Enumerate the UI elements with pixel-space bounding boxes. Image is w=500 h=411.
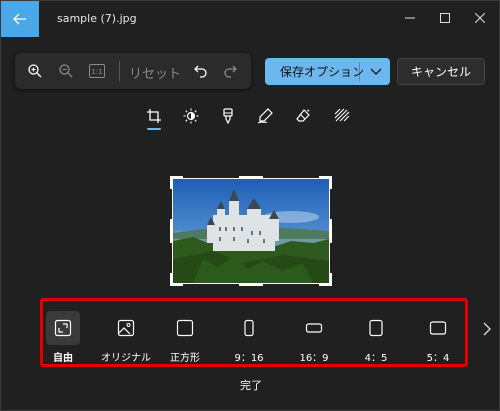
aspect-label: 16：9 [299, 353, 329, 364]
redo-icon [224, 65, 237, 78]
crop-handle-top-right[interactable] [319, 176, 332, 189]
zoom-out-button[interactable] [56, 61, 76, 81]
portrait-4-5-icon [359, 311, 393, 345]
reset-button[interactable]: リセット [129, 63, 181, 82]
arrow-left-icon [13, 13, 26, 25]
crop-handle-top[interactable] [239, 176, 263, 179]
redo-button[interactable] [220, 61, 240, 81]
aspect-4-5[interactable]: 4：5 [356, 311, 396, 364]
crop-icon [147, 109, 161, 123]
aspect-5-4[interactable]: 5：4 [418, 311, 458, 364]
tab-markup[interactable] [256, 107, 274, 125]
zoom-in-button[interactable] [25, 61, 45, 81]
tab-filter[interactable] [219, 107, 237, 125]
aspect-free[interactable]: 自由 [46, 311, 80, 364]
undo-button[interactable] [191, 61, 211, 81]
toolbar-divider [119, 61, 120, 81]
save-split-divider [359, 62, 360, 81]
close-icon [475, 13, 485, 23]
minimize-icon [405, 17, 415, 19]
image-icon [109, 311, 143, 345]
crop-handle-right[interactable] [329, 219, 332, 243]
done-button[interactable]: 完了 [226, 376, 276, 396]
background-icon [334, 108, 350, 122]
aspect-label: 正方形 [170, 353, 200, 364]
close-button[interactable] [470, 9, 490, 27]
maximize-button[interactable] [435, 9, 455, 27]
adjust-icon [183, 108, 199, 124]
square-icon [168, 311, 202, 345]
actual-size-button[interactable]: 1:1 [87, 61, 107, 81]
free-crop-icon [46, 311, 80, 345]
actual-size-icon: 1:1 [89, 64, 105, 78]
active-tab-indicator [147, 128, 161, 130]
aspect-ratio-panel: 自由 オリジナル 正方形 9：16 16：9 4：5 5：4 [40, 298, 468, 367]
zoom-in-icon [28, 64, 42, 78]
chevron-right-icon [483, 322, 491, 336]
title-bar: sample (7).jpg [1, 1, 500, 37]
landscape-5-4-icon [421, 311, 455, 345]
landscape-16-9-icon [297, 311, 331, 345]
crop-handle-bottom-left[interactable] [170, 273, 183, 286]
photos-editor-window: sample (7).jpg 1:1 リセット 保存オプション キャンセル 自由… [0, 0, 500, 411]
erase-icon [296, 109, 310, 122]
tab-background[interactable] [333, 107, 351, 125]
zoom-out-icon [59, 64, 73, 78]
aspect-16-9[interactable]: 16：9 [294, 311, 334, 364]
markup-icon [257, 108, 273, 124]
portrait-9-16-icon [232, 311, 266, 345]
aspect-square[interactable]: 正方形 [165, 311, 205, 364]
save-options-button[interactable]: 保存オプション [265, 58, 390, 85]
chevron-down-icon[interactable] [370, 66, 382, 76]
crop-handle-top-left[interactable] [170, 176, 183, 189]
zoom-toolbar: 1:1 リセット [15, 53, 251, 89]
tab-erase[interactable] [294, 107, 312, 125]
back-button[interactable] [1, 1, 39, 37]
maximize-icon [440, 13, 450, 23]
scroll-right-button[interactable] [480, 319, 494, 339]
aspect-original[interactable]: オリジナル [97, 311, 155, 364]
crop-handle-bottom-right[interactable] [319, 273, 332, 286]
cancel-button[interactable]: キャンセル [397, 58, 485, 85]
crop-canvas[interactable] [170, 176, 332, 286]
tab-adjust[interactable] [182, 107, 200, 125]
save-options-label: 保存オプション [280, 65, 365, 79]
aspect-label: 5：4 [426, 353, 450, 364]
tab-crop[interactable] [145, 107, 163, 125]
aspect-label: 4：5 [364, 353, 388, 364]
aspect-9-16[interactable]: 9：16 [229, 311, 269, 364]
svg-text:1:1: 1:1 [91, 68, 102, 76]
filter-icon [223, 108, 233, 124]
crop-handle-left[interactable] [170, 219, 173, 243]
undo-icon [194, 65, 207, 78]
crop-frame[interactable] [172, 178, 330, 284]
aspect-label: オリジナル [101, 353, 151, 364]
window-title: sample (7).jpg [57, 12, 137, 25]
aspect-label: 9：16 [234, 353, 264, 364]
minimize-button[interactable] [400, 9, 420, 27]
aspect-label: 自由 [53, 353, 73, 364]
crop-handle-bottom[interactable] [239, 283, 263, 286]
